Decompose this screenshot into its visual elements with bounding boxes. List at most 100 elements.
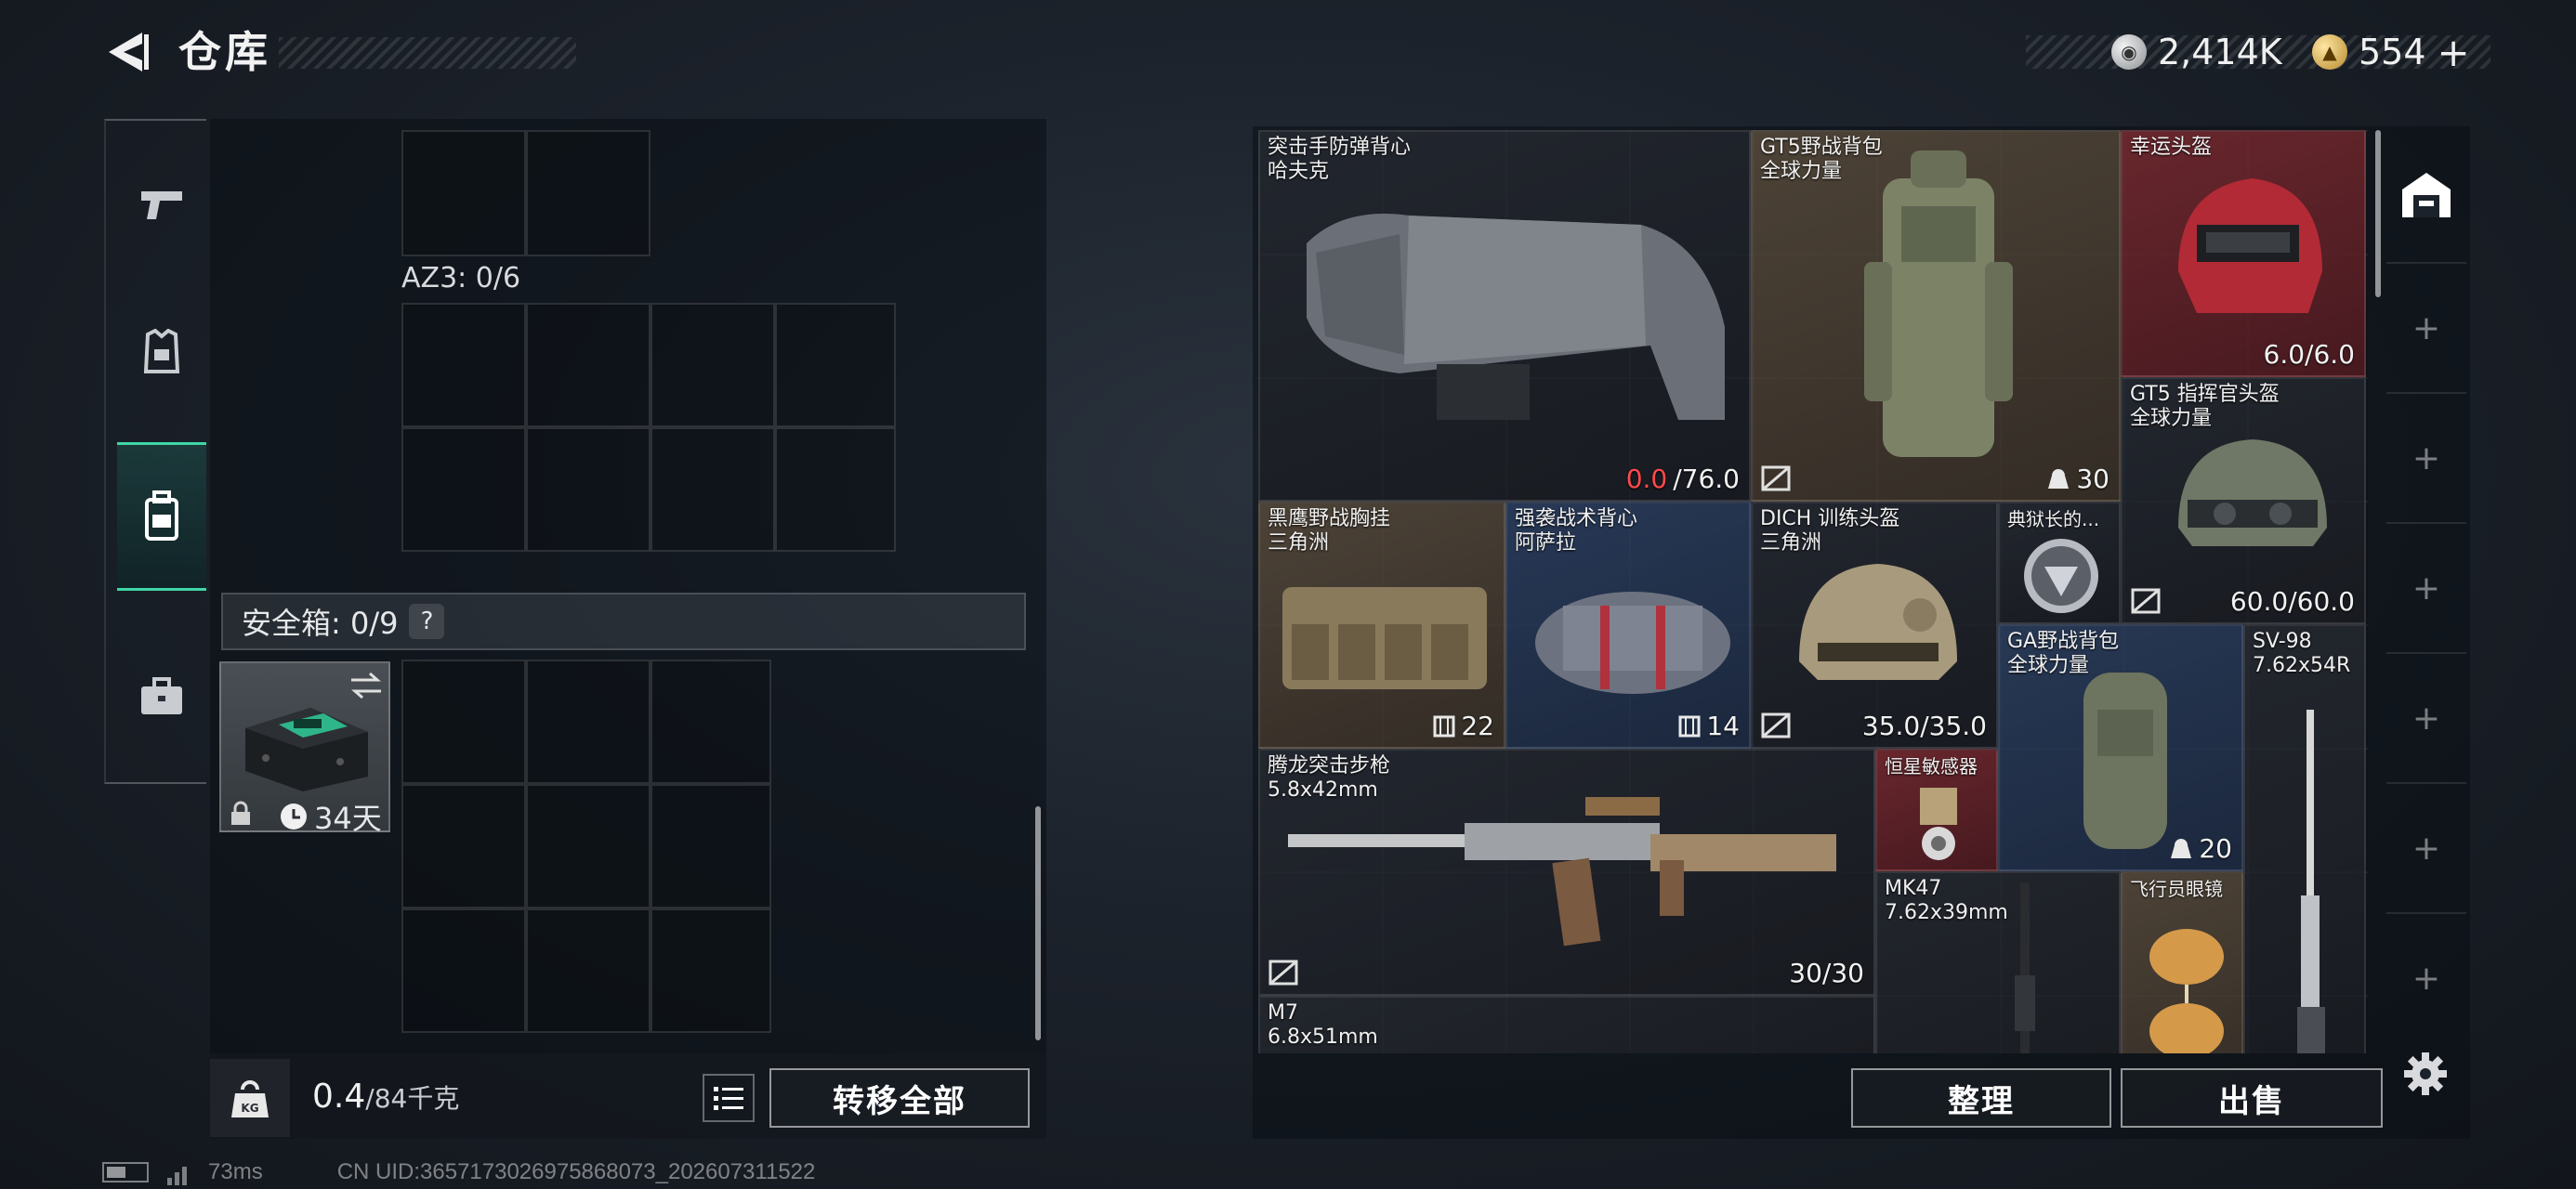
item-aviator-glasses[interactable]: 飞行员眼镜 bbox=[2121, 871, 2243, 1053]
capacity-value: 22 bbox=[1461, 711, 1494, 741]
stash-scrollbar[interactable] bbox=[2375, 130, 2381, 297]
stash-grid: 突击手防弹背心 哈夫克 0.0/76.0 GT5野战背包 全球力量 30 幸运头盔 bbox=[1258, 130, 2368, 1053]
item-lucky-helmet[interactable]: 幸运头盔 6.0/6.0 bbox=[2121, 130, 2366, 377]
tactical-vest-image bbox=[1535, 592, 1730, 694]
tab-backpack[interactable] bbox=[117, 442, 206, 591]
gold-amount: 554 bbox=[2359, 32, 2426, 72]
tab-armor[interactable] bbox=[117, 279, 206, 427]
item-assault-vest[interactable]: 突击手防弹背心 哈夫克 0.0/76.0 bbox=[1258, 130, 1751, 502]
settings-button[interactable] bbox=[2401, 1050, 2450, 1098]
rig-capacity-icon bbox=[1433, 715, 1455, 737]
tab-all-stash[interactable] bbox=[2386, 130, 2466, 260]
expiry-days: 34天 bbox=[314, 801, 382, 836]
help-button[interactable]: ? bbox=[409, 604, 445, 639]
item-name: GA野战背包 bbox=[2007, 630, 2120, 653]
item-brand: 7.62x54R bbox=[2253, 654, 2351, 677]
left-scrollbar[interactable] bbox=[1035, 806, 1041, 1040]
safe-box-slot[interactable] bbox=[651, 660, 771, 784]
item-name: GT5野战背包 bbox=[1760, 136, 1883, 159]
chest-rig-image bbox=[1282, 587, 1487, 689]
item-name: M7 bbox=[1268, 1001, 1298, 1025]
grid-cell[interactable] bbox=[651, 303, 775, 427]
safe-box-slot[interactable] bbox=[526, 908, 651, 1033]
transfer-all-button[interactable]: 转移全部 bbox=[769, 1068, 1030, 1128]
safe-box-slot[interactable] bbox=[651, 784, 771, 908]
grid-cell[interactable] bbox=[775, 427, 896, 552]
item-name: SV-98 bbox=[2253, 630, 2312, 653]
tab-add-page-2[interactable]: + bbox=[2386, 392, 2466, 522]
glasses-image bbox=[2149, 929, 2224, 1053]
weight-icon-box: KG bbox=[210, 1059, 290, 1137]
capacity-icon bbox=[2048, 468, 2070, 489]
sniper-rifle-image bbox=[2297, 710, 2325, 1053]
rig-capacity-icon bbox=[1678, 715, 1701, 737]
lock-icon bbox=[231, 801, 250, 825]
no-drop-icon bbox=[2131, 588, 2161, 614]
tab-add-page-1[interactable]: + bbox=[2386, 262, 2466, 392]
grid-cell[interactable] bbox=[526, 130, 651, 256]
durability: 35.0/35.0 bbox=[1861, 711, 1987, 741]
item-warden-token[interactable]: 典狱长的... bbox=[1998, 502, 2121, 624]
backpack-icon bbox=[145, 490, 178, 541]
item-sv98-rifle[interactable]: SV-98 7.62x54R bbox=[2243, 624, 2366, 1053]
safe-box-item[interactable]: 34天 bbox=[219, 661, 390, 836]
back-button[interactable] bbox=[100, 28, 156, 76]
rifle-image bbox=[2015, 882, 2035, 1053]
silver-currency[interactable]: ◉ 2,414K bbox=[2111, 26, 2282, 78]
side-tab-bar bbox=[104, 119, 206, 784]
safe-box-slot[interactable] bbox=[526, 660, 651, 784]
tab-add-page-4[interactable]: + bbox=[2386, 652, 2466, 782]
item-name: DICH 训练头盔 bbox=[1760, 507, 1900, 530]
tab-weapons[interactable] bbox=[117, 130, 206, 279]
item-ga-backpack[interactable]: GA野战背包 全球力量 20 bbox=[1998, 624, 2243, 871]
item-blackhawk-chest-rig[interactable]: 黑鹰野战胸挂 三角洲 22 bbox=[1258, 502, 1505, 749]
capacity-icon bbox=[2171, 838, 2192, 858]
tab-add-page-3[interactable]: + bbox=[2386, 522, 2466, 652]
item-brand: 哈夫克 bbox=[1268, 160, 1330, 183]
grid-cell[interactable] bbox=[651, 427, 775, 552]
item-mk47-rifle[interactable]: MK47 7.62x39mm bbox=[1875, 871, 2121, 1053]
item-gt5-backpack[interactable]: GT5野战背包 全球力量 30 bbox=[1751, 130, 2121, 502]
grid-cell[interactable] bbox=[526, 303, 651, 427]
no-drop-icon bbox=[1761, 465, 1791, 491]
item-tenglong-rifle[interactable]: 腾龙突击步枪 5.8x42mm 30/30 bbox=[1258, 749, 1875, 996]
item-dich-training-helmet[interactable]: DICH 训练头盔 三角洲 35.0/35.0 bbox=[1751, 502, 1998, 749]
title-decoration bbox=[279, 37, 576, 69]
safe-box-slot[interactable] bbox=[401, 908, 526, 1033]
item-name: 典狱长的... bbox=[2007, 508, 2100, 530]
briefcase-icon bbox=[141, 677, 182, 714]
item-m7-rifle[interactable]: M7 6.8x51mm bbox=[1258, 996, 1875, 1053]
tab-case[interactable] bbox=[117, 622, 206, 771]
tab-add-page-5[interactable]: + bbox=[2386, 782, 2466, 912]
item-brand: 全球力量 bbox=[2130, 407, 2213, 430]
item-star-sensor[interactable]: 恒星敏感器 bbox=[1875, 749, 1998, 871]
status-bar: 73ms CN UID:3657173026975868073_20260731… bbox=[102, 1159, 815, 1185]
gold-currency[interactable]: ▲ 554 + bbox=[2312, 26, 2470, 78]
list-view-button[interactable] bbox=[703, 1074, 755, 1122]
sort-button[interactable]: 整理 bbox=[1851, 1068, 2111, 1128]
grid-cell[interactable] bbox=[775, 303, 896, 427]
safe-box-slot[interactable] bbox=[401, 660, 526, 784]
sell-button[interactable]: 出售 bbox=[2121, 1068, 2383, 1128]
safe-box-slot[interactable] bbox=[526, 784, 651, 908]
gold-add-button[interactable]: + bbox=[2438, 30, 2470, 75]
capacity-value: 30 bbox=[2076, 464, 2109, 494]
item-brand: 7.62x39mm bbox=[1885, 901, 2008, 924]
tab-add-page-6[interactable]: + bbox=[2386, 912, 2466, 1042]
ammo-count: 30/30 bbox=[1789, 958, 1864, 988]
grid-cell[interactable] bbox=[526, 427, 651, 552]
weight-max: /84千克 bbox=[365, 1083, 460, 1114]
grid-cell[interactable] bbox=[401, 130, 526, 256]
list-icon bbox=[714, 1087, 743, 1110]
back-arrow-icon bbox=[109, 33, 149, 72]
safe-box-slot[interactable] bbox=[651, 908, 771, 1033]
helmet-image bbox=[2178, 178, 2322, 313]
grid-cell[interactable] bbox=[401, 303, 526, 427]
item-gt5-commander-helmet[interactable]: GT5 指挥官头盔 全球力量 60.0/60.0 bbox=[2121, 377, 2366, 624]
safe-box-icon bbox=[245, 708, 368, 791]
medallion-image bbox=[2024, 539, 2098, 613]
grid-cell[interactable] bbox=[401, 427, 526, 552]
uid-text: CN UID:3657173026975868073_202607311522 bbox=[336, 1159, 816, 1184]
item-assault-tactical-vest[interactable]: 强袭战术背心 阿萨拉 14 bbox=[1505, 502, 1751, 749]
safe-box-slot[interactable] bbox=[401, 784, 526, 908]
